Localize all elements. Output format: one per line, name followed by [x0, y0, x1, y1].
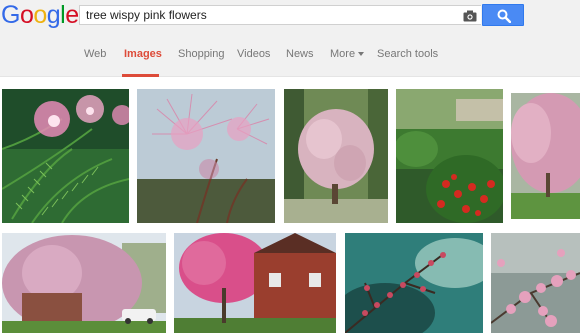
tab-videos[interactable]: Videos	[237, 47, 270, 61]
image-result-mimosa-tree-flowers-closeup[interactable]	[2, 89, 129, 223]
logo-letter: G	[1, 1, 20, 29]
magnifier-icon	[497, 9, 511, 23]
chevron-down-icon	[358, 52, 365, 57]
tab-images[interactable]: Images	[124, 47, 162, 61]
tab-web[interactable]: Web	[84, 47, 106, 61]
camera-icon[interactable]	[463, 9, 477, 22]
tab-more-label: More	[330, 48, 356, 60]
image-result-weeping-cherry-tree-by-house[interactable]	[2, 233, 166, 333]
tab-more[interactable]: More	[330, 47, 365, 61]
image-results-grid	[0, 78, 580, 333]
logo-letter: o	[33, 1, 47, 29]
google-logo[interactable]: Google	[1, 1, 79, 29]
image-result-redbud-tree-by-brick-house[interactable]	[174, 233, 336, 333]
tab-news[interactable]: News	[286, 47, 314, 61]
search-input[interactable]	[86, 7, 456, 23]
image-result-mimosa-flower-against-sky[interactable]	[137, 89, 275, 223]
search-button[interactable]	[482, 4, 524, 26]
image-result-pink-blossom-branch-teal-sky[interactable]	[345, 233, 483, 333]
image-result-pink-flowering-tree-in-woods[interactable]	[284, 89, 388, 223]
logo-letter: e	[65, 1, 79, 29]
header-bar: Google Web Images Shopping Videos News M…	[0, 0, 580, 77]
active-tab-indicator	[122, 74, 159, 77]
search-tabs: Web Images Shopping Videos News More Sea…	[0, 43, 580, 77]
image-result-pink-blossoms-closeup[interactable]	[491, 233, 580, 333]
tab-search-tools[interactable]: Search tools	[377, 47, 438, 61]
logo-letter: o	[19, 1, 34, 29]
image-result-garden-with-red-flowers[interactable]	[396, 89, 503, 223]
image-result-pink-tree-over-lawn[interactable]	[511, 93, 580, 219]
logo-letter: g	[46, 1, 61, 29]
tab-shopping[interactable]: Shopping	[178, 47, 225, 61]
search-box	[79, 5, 481, 25]
